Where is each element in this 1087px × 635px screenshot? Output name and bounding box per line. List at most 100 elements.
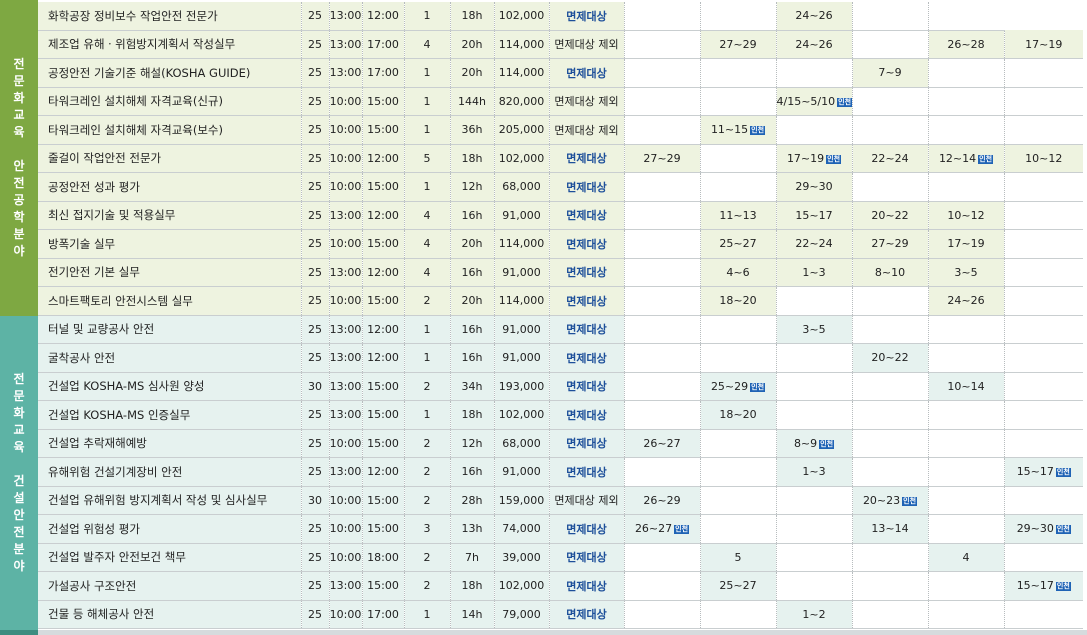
schedule-dates: 25~27	[719, 579, 757, 593]
fee-cell: 102,000	[494, 571, 550, 601]
schedule-dates: 17~19	[1025, 37, 1063, 51]
month-cell: 12~14 인천	[928, 144, 1005, 173]
month-cell	[624, 457, 701, 487]
month-cell: 4~6	[700, 258, 777, 287]
schedule-dates: 20~23	[862, 493, 901, 507]
exemption-cell: 면제대상	[549, 315, 625, 344]
days-cell: 2	[404, 286, 451, 316]
start-time-cell: 10:00	[329, 229, 363, 259]
exemption-cell: 면제대상	[549, 600, 625, 629]
exemption-cell: 면제대상	[549, 144, 625, 173]
month-cell: 29~30 인천	[1004, 514, 1083, 544]
month-cell	[928, 172, 1005, 202]
table-row: 건설업 유해위험 방지계획서 작성 및 심사실무 30 10:00 15:00 2 28h…	[38, 486, 1083, 515]
month-cell: 26~27 인천	[624, 514, 701, 544]
schedule-dates: 15~17	[795, 208, 833, 222]
table-row: 화학공장 정비보수 작업안전 전문가 25 13:00 12:00 1 18h 102,00…	[38, 2, 1083, 31]
days-cell: 3	[404, 514, 451, 544]
schedule-dates: 15~17	[1016, 465, 1054, 479]
month-cell: 24~26	[776, 30, 853, 59]
days-cell: 1	[404, 172, 451, 202]
hours-cell: 18h	[450, 144, 495, 173]
month-cell: 26~29	[624, 486, 701, 515]
month-cell	[1004, 486, 1083, 515]
month-cell: 27~29	[624, 144, 701, 173]
month-cell: 20~23 인천	[852, 486, 929, 515]
incheon-badge: 인천	[837, 97, 852, 107]
month-cell	[852, 315, 929, 344]
month-cell: 15~17 인천	[1004, 457, 1083, 487]
table-row: 타워크레인 설치해체 자격교육(신규) 25 10:00 15:00 1 144h 820,…	[38, 87, 1083, 116]
course-name-cell: 굴착공사 안전	[38, 343, 302, 373]
table-row: 타워크레인 설치해체 자격교육(보수) 25 10:00 15:00 1 36h 205,0…	[38, 115, 1083, 145]
exemption-cell: 면제대상	[549, 172, 625, 202]
end-time-cell: 17:00	[362, 58, 405, 88]
fee-cell: 91,000	[494, 201, 550, 230]
hours-cell: 12h	[450, 172, 495, 202]
fee-cell: 114,000	[494, 229, 550, 259]
month-cell: 15~17 인천	[1004, 571, 1083, 601]
schedule-dates: 4	[962, 550, 970, 564]
month-cell	[624, 30, 701, 59]
month-cell	[1004, 201, 1083, 230]
schedule-dates: 18~20	[719, 294, 757, 308]
month-cell	[624, 2, 701, 31]
exemption-cell: 면제대상 제외	[549, 115, 625, 145]
exemption-cell: 면제대상	[549, 457, 625, 487]
schedule-dates: 15~17	[1016, 579, 1054, 593]
table-row: 터널 및 교량공사 안전 25 13:00 12:00 1 16h 91,000 면제대상 3~…	[38, 315, 1083, 344]
incheon-badge: 인천	[674, 525, 690, 535]
month-cell: 13~14	[852, 514, 929, 544]
days-cell: 2	[404, 543, 451, 572]
month-cell	[700, 514, 777, 544]
month-cell	[928, 343, 1005, 373]
exemption-cell: 면제대상 제외	[549, 30, 625, 59]
hours-cell: 20h	[450, 229, 495, 259]
month-cell	[928, 115, 1005, 145]
fee-cell: 39,000	[494, 543, 550, 572]
month-cell: 27~29	[700, 30, 777, 59]
month-cell	[776, 514, 853, 544]
month-cell	[700, 87, 777, 116]
course-name-cell: 건설업 발주자 안전보건 책무	[38, 543, 302, 572]
month-cell	[1004, 58, 1083, 88]
schedule-dates: 29~30	[795, 180, 833, 194]
month-cell: 10~14	[928, 372, 1005, 401]
month-cell	[624, 543, 701, 572]
exemption-cell: 면제대상	[549, 400, 625, 430]
month-cell	[700, 429, 777, 458]
month-cell	[1004, 600, 1083, 629]
month-cell	[700, 600, 777, 629]
month-cell	[776, 343, 853, 373]
month-cell	[852, 600, 929, 629]
month-cell	[1004, 115, 1083, 145]
start-time-cell: 13:00	[329, 315, 363, 344]
month-cell: 24~26	[776, 2, 853, 31]
schedule-dates: 22~24	[871, 151, 909, 165]
month-cell	[776, 400, 853, 430]
month-cell	[700, 486, 777, 515]
section-label-text: 전 문 화 교 육 안 전 공 학 분 야	[13, 57, 25, 258]
end-time-cell: 15:00	[362, 571, 405, 601]
capacity-cell: 25	[301, 58, 330, 88]
month-cell	[852, 30, 929, 59]
month-cell: 18~20	[700, 400, 777, 430]
table-row: 건설업 발주자 안전보건 책무 25 10:00 18:00 2 7h 39,000 면제대상…	[38, 543, 1083, 572]
table-row: 가설공사 구조안전 25 13:00 15:00 2 18h 102,000 면제대상 25~2…	[38, 571, 1083, 601]
exemption-cell: 면제대상 제외	[549, 486, 625, 515]
month-cell	[1004, 315, 1083, 344]
start-time-cell: 13:00	[329, 457, 363, 487]
course-name-cell: 줄걸이 작업안전 전문가	[38, 144, 302, 173]
schedule-dates: 10~14	[947, 379, 985, 393]
month-cell	[928, 486, 1005, 515]
month-cell	[776, 571, 853, 601]
fee-cell: 102,000	[494, 400, 550, 430]
month-cell: 29~30	[776, 172, 853, 202]
incheon-badge: 인천	[978, 154, 994, 164]
schedule-dates: 18~20	[719, 408, 757, 422]
days-cell: 4	[404, 201, 451, 230]
fee-cell: 193,000	[494, 372, 550, 401]
incheon-badge: 인천	[826, 154, 842, 164]
month-cell: 17~19 인천	[776, 144, 853, 173]
schedule-dates: 10~12	[947, 208, 985, 222]
